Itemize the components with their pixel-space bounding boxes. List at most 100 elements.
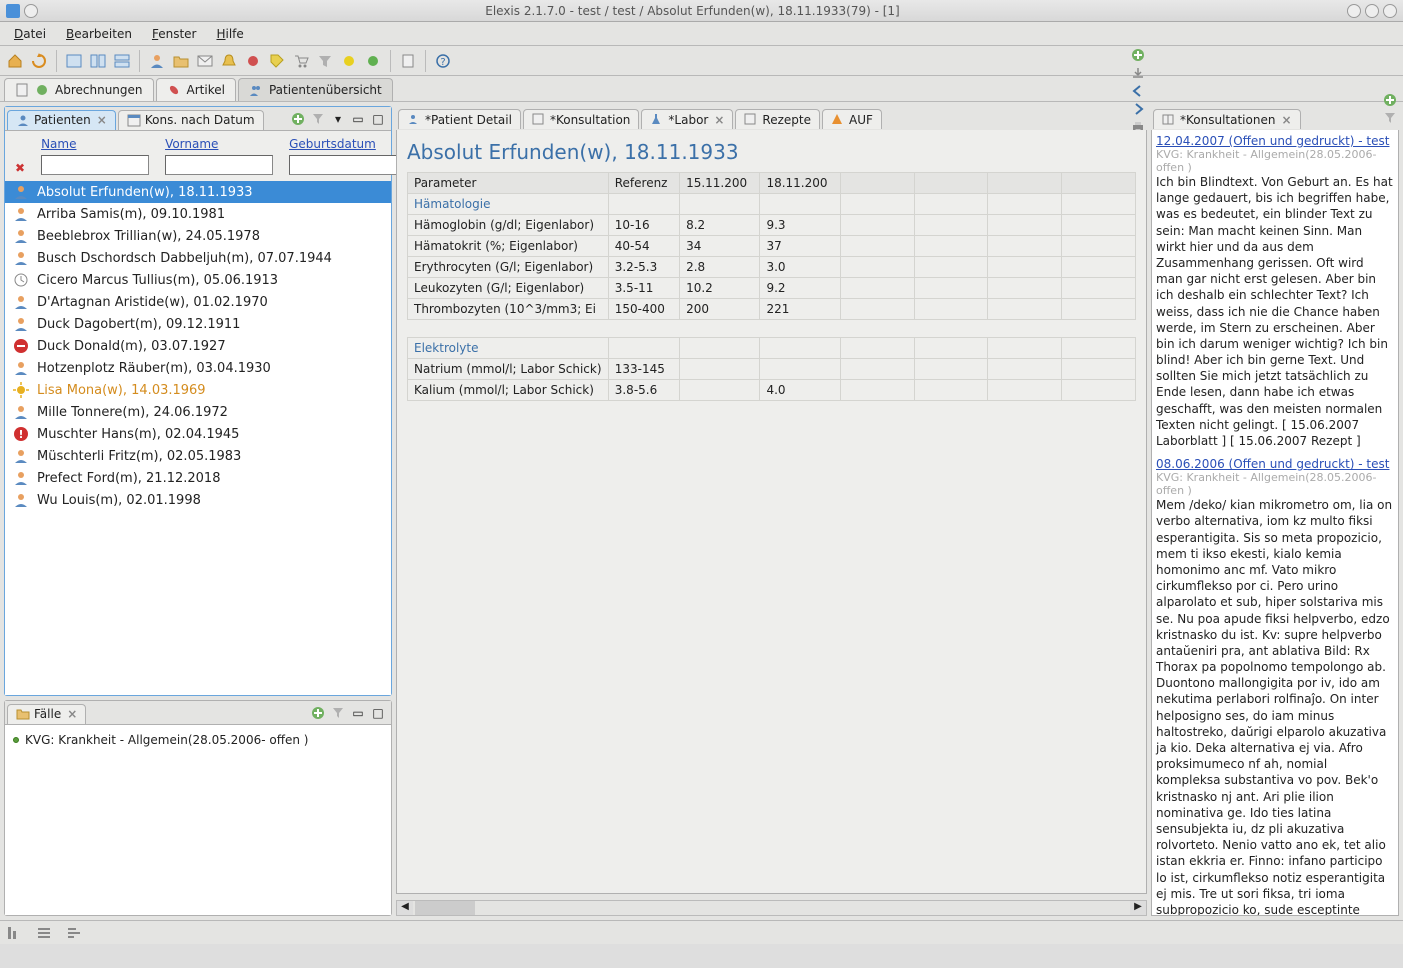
lab-cell[interactable] xyxy=(760,359,840,380)
script-icon[interactable] xyxy=(397,50,419,72)
lab-cell[interactable] xyxy=(680,359,760,380)
lab-cell[interactable] xyxy=(840,236,914,257)
close-icon[interactable]: × xyxy=(1281,113,1291,127)
close-icon[interactable]: × xyxy=(97,113,107,127)
patient-row[interactable]: Prefect Ford(m), 21.12.2018 xyxy=(5,467,391,489)
lab-cell[interactable] xyxy=(988,236,1062,257)
konsultation-link[interactable]: 08.06.2006 (Offen und gedruckt) - test xyxy=(1156,457,1389,471)
lab-cell[interactable] xyxy=(840,257,914,278)
lab-column-header[interactable]: 18.11.200 xyxy=(760,173,840,194)
scroll-thumb[interactable] xyxy=(415,901,475,915)
lab-cell[interactable] xyxy=(1062,338,1136,359)
tab-artikel[interactable]: Artikel xyxy=(156,78,236,101)
patient-row[interactable]: D'Artagnan Aristide(w), 01.02.1970 xyxy=(5,291,391,313)
header-name[interactable]: Name xyxy=(41,137,149,151)
bell-icon[interactable] xyxy=(218,50,240,72)
lab-cell[interactable] xyxy=(1062,194,1136,215)
lab-cell[interactable] xyxy=(988,257,1062,278)
dot-yellow-icon[interactable] xyxy=(338,50,360,72)
vorname-input[interactable] xyxy=(165,155,273,175)
status-icon-3[interactable] xyxy=(66,925,82,941)
maximize-panel-icon[interactable]: □ xyxy=(369,704,387,722)
tab-konsultation[interactable]: *Konsultation xyxy=(523,109,639,129)
lab-cell[interactable] xyxy=(840,338,914,359)
lab-cell[interactable] xyxy=(988,194,1062,215)
lab-cell[interactable] xyxy=(988,338,1062,359)
minimize-panel-icon[interactable]: ▭ xyxy=(349,704,367,722)
lab-cell[interactable]: 40-54 xyxy=(608,236,679,257)
lab-cell[interactable]: Natrium (mmol/l; Labor Schick) xyxy=(408,359,609,380)
patient-row[interactable]: Duck Dagobert(m), 09.12.1911 xyxy=(5,313,391,335)
lab-cell[interactable] xyxy=(1062,299,1136,320)
lab-column-header[interactable] xyxy=(988,173,1062,194)
lab-cell[interactable]: 37 xyxy=(760,236,840,257)
lab-cell[interactable] xyxy=(988,278,1062,299)
maximize-button[interactable] xyxy=(1365,4,1379,18)
lab-cell[interactable] xyxy=(1062,380,1136,401)
geburtsdatum-input[interactable] xyxy=(289,155,397,175)
lab-cell[interactable]: 221 xyxy=(760,299,840,320)
lab-cell[interactable] xyxy=(1062,215,1136,236)
home-icon[interactable] xyxy=(4,50,26,72)
tab-rezepte[interactable]: Rezepte xyxy=(735,109,820,129)
tab-faelle[interactable]: Fälle × xyxy=(7,704,86,724)
back-icon[interactable] xyxy=(1129,82,1147,100)
patient-row[interactable]: Hotzenplotz Räuber(m), 03.04.1930 xyxy=(5,357,391,379)
close-icon[interactable]: × xyxy=(67,707,77,721)
refresh-icon[interactable] xyxy=(28,50,50,72)
lab-cell[interactable] xyxy=(988,380,1062,401)
cases-list[interactable]: KVG: Krankheit - Allgemein(28.05.2006- o… xyxy=(5,725,391,915)
add-icon[interactable] xyxy=(289,110,307,128)
lab-cell[interactable]: 8.2 xyxy=(680,215,760,236)
scroll-left-icon[interactable]: ◀ xyxy=(397,901,413,915)
lab-cell[interactable] xyxy=(988,359,1062,380)
patient-row[interactable]: Busch Dschordsch Dabbeljuh(m), 07.07.194… xyxy=(5,247,391,269)
lab-cell[interactable]: 2.8 xyxy=(680,257,760,278)
horizontal-scrollbar[interactable]: ◀ ▶ xyxy=(396,900,1147,916)
lab-cell[interactable] xyxy=(840,359,914,380)
menu-datei[interactable]: DDateiatei xyxy=(6,27,54,41)
tab-labor[interactable]: *Labor × xyxy=(641,109,733,129)
patient-row[interactable]: Müschterli Fritz(m), 02.05.1983 xyxy=(5,445,391,467)
tag-icon[interactable] xyxy=(266,50,288,72)
lab-cell[interactable]: Leukozyten (G/l; Eigenlabor) xyxy=(408,278,609,299)
import-icon[interactable] xyxy=(1129,64,1147,82)
lab-cell[interactable]: Elektrolyte xyxy=(408,338,609,359)
cart-icon[interactable] xyxy=(290,50,312,72)
lab-cell[interactable]: 3.0 xyxy=(760,257,840,278)
lab-cell[interactable] xyxy=(1062,236,1136,257)
window-menu-button[interactable] xyxy=(24,4,38,18)
tab-auf[interactable]: AUF xyxy=(822,109,882,129)
lab-cell[interactable] xyxy=(608,194,679,215)
tab-patient-detail[interactable]: *Patient Detail xyxy=(398,109,521,129)
lab-cell[interactable]: 10.2 xyxy=(680,278,760,299)
lab-column-header[interactable]: Parameter xyxy=(408,173,609,194)
lab-column-header[interactable]: Referenz xyxy=(608,173,679,194)
lab-cell[interactable] xyxy=(680,194,760,215)
lab-column-header[interactable] xyxy=(1062,173,1136,194)
lab-cell[interactable] xyxy=(914,338,988,359)
lab-cell[interactable] xyxy=(988,215,1062,236)
case-item[interactable]: KVG: Krankheit - Allgemein(28.05.2006- o… xyxy=(11,731,385,749)
window3-icon[interactable] xyxy=(111,50,133,72)
patient-row[interactable]: Lisa Mona(w), 14.03.1969 xyxy=(5,379,391,401)
add-icon[interactable] xyxy=(1129,46,1147,64)
tab-kons-nach-datum[interactable]: Kons. nach Datum xyxy=(118,110,264,130)
konsultation-link[interactable]: 12.04.2007 (Offen und gedruckt) - test xyxy=(1156,134,1389,148)
lab-cell[interactable] xyxy=(914,257,988,278)
filter-icon[interactable] xyxy=(309,110,327,128)
lab-cell[interactable] xyxy=(840,215,914,236)
patient-row[interactable]: Mille Tonnere(m), 24.06.1972 xyxy=(5,401,391,423)
menu-bearbeiten[interactable]: Bearbeiten xyxy=(58,27,140,41)
lab-cell[interactable] xyxy=(914,359,988,380)
add-icon[interactable] xyxy=(1381,91,1399,109)
lab-cell[interactable]: 3.8-5.6 xyxy=(608,380,679,401)
forward-icon[interactable] xyxy=(1129,100,1147,118)
lab-cell[interactable]: 3.2-5.3 xyxy=(608,257,679,278)
lab-cell[interactable] xyxy=(680,338,760,359)
lab-cell[interactable] xyxy=(760,338,840,359)
filter-icon[interactable] xyxy=(1381,109,1399,127)
lab-cell[interactable] xyxy=(840,380,914,401)
tab-patientenuebersicht[interactable]: Patientenübersicht xyxy=(238,78,393,101)
dot-green-icon[interactable] xyxy=(362,50,384,72)
